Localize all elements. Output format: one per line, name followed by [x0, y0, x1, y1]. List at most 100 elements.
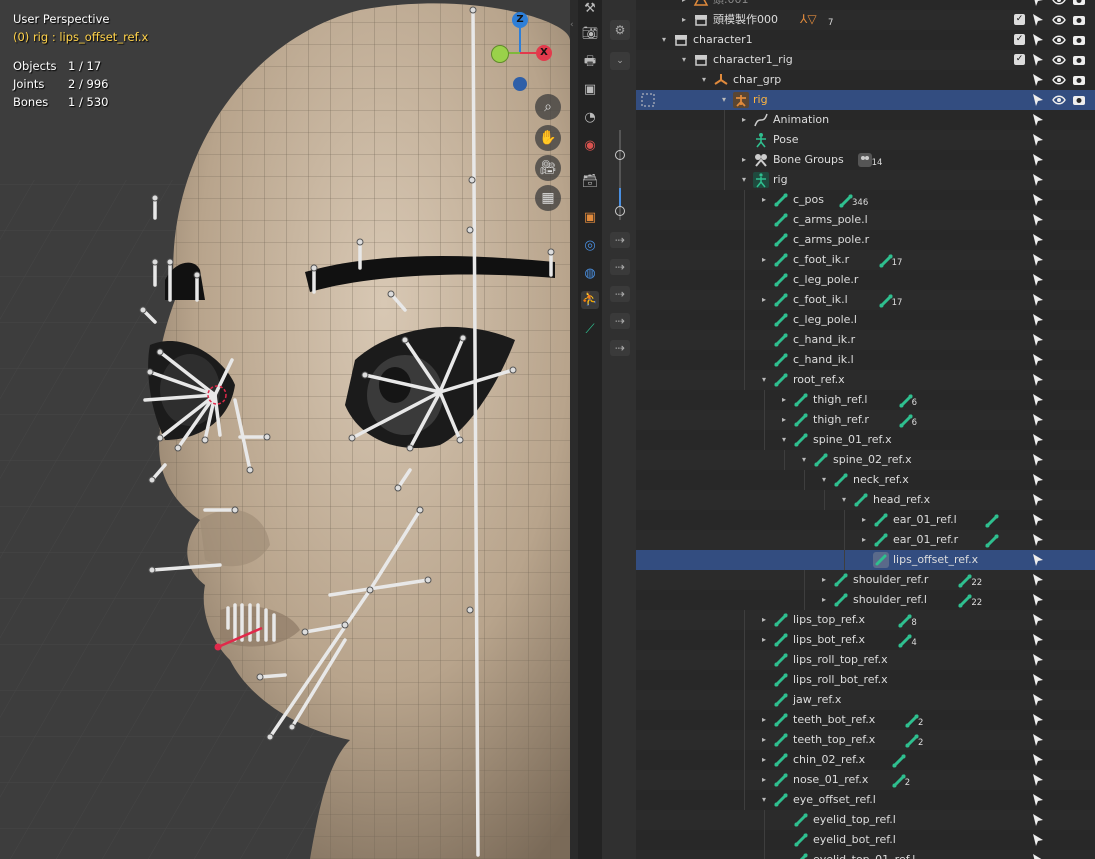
exclude-checkbox[interactable]: ✓	[1014, 54, 1025, 65]
outliner-row[interactable]: c_hand_ik.r	[636, 330, 1095, 350]
collapse-arrow-icon[interactable]: ‹	[570, 20, 578, 34]
outliner-row[interactable]: ▸ shoulder_ref.l 22	[636, 590, 1095, 610]
outliner-item-label[interactable]: c_pos	[793, 190, 824, 210]
expand-panel-icon[interactable]: ⇢	[610, 232, 630, 248]
expand-panel-icon[interactable]: ⇢	[610, 313, 630, 329]
expand-arrow-icon[interactable]: ▸	[819, 590, 829, 610]
visibility-eye-icon[interactable]	[1052, 73, 1066, 87]
exclude-checkbox[interactable]: ✓	[1014, 14, 1025, 25]
outliner-row[interactable]: ▾ spine_02_ref.x	[636, 450, 1095, 470]
expand-arrow-icon[interactable]: ▸	[739, 110, 749, 130]
selectable-toggle-icon[interactable]	[1032, 513, 1044, 527]
outliner-item-label[interactable]: lips_top_ref.x	[793, 610, 865, 630]
selectable-toggle-icon[interactable]	[1032, 573, 1044, 587]
slider-handle[interactable]	[615, 150, 625, 160]
outliner-item-label[interactable]: rig	[773, 170, 788, 190]
selectable-toggle-icon[interactable]	[1032, 233, 1044, 247]
selectable-toggle-icon[interactable]	[1032, 73, 1044, 87]
outliner-item-label[interactable]: teeth_top_ref.x	[793, 730, 875, 750]
expand-arrow-icon[interactable]: ▸	[679, 0, 689, 10]
selectable-toggle-icon[interactable]	[1032, 793, 1044, 807]
slider-handle[interactable]	[615, 206, 625, 216]
selectable-toggle-icon[interactable]	[1032, 613, 1044, 627]
collapse-arrow-icon[interactable]: ▾	[819, 470, 829, 490]
outliner-row[interactable]: c_leg_pole.r	[636, 270, 1095, 290]
selectable-toggle-icon[interactable]	[1032, 733, 1044, 747]
render-camera-icon[interactable]	[1072, 13, 1086, 27]
selectable-toggle-icon[interactable]	[1032, 673, 1044, 687]
outliner-item-label[interactable]: char_grp	[733, 70, 781, 90]
selectable-toggle-icon[interactable]	[1032, 313, 1044, 327]
scene-icon[interactable]: ◔	[581, 109, 599, 127]
outliner-item-label[interactable]: root_ref.x	[793, 370, 845, 390]
3d-viewport[interactable]: User Perspective (0) rig : lips_offset_r…	[0, 0, 570, 859]
outliner-row[interactable]: ▾ eye_offset_ref.l	[636, 790, 1095, 810]
selectable-toggle-icon[interactable]	[1032, 473, 1044, 487]
outliner-item-label[interactable]: 頭模製作000	[713, 10, 778, 30]
outliner-item-label[interactable]: c_leg_pole.l	[793, 310, 857, 330]
outliner-item-label[interactable]: chin_02_ref.x	[793, 750, 865, 770]
gizmo-neg-y-axis[interactable]	[491, 45, 509, 63]
selectable-toggle-icon[interactable]	[1032, 773, 1044, 787]
selectable-toggle-icon[interactable]	[1032, 293, 1044, 307]
outliner-row[interactable]: ▾ head_ref.x	[636, 490, 1095, 510]
outliner-row[interactable]: ▾ rig	[636, 90, 1095, 110]
expand-arrow-icon[interactable]: ▸	[859, 510, 869, 530]
object-icon[interactable]: ▣	[581, 209, 599, 227]
tool-settings-icon[interactable]: ⚙	[610, 20, 630, 40]
selectable-toggle-icon[interactable]	[1032, 133, 1044, 147]
collapse-arrow-icon[interactable]: ▾	[839, 490, 849, 510]
outliner-item-label[interactable]: thigh_ref.l	[813, 390, 867, 410]
outliner-item-label[interactable]: shoulder_ref.r	[853, 570, 928, 590]
expand-arrow-icon[interactable]: ▸	[759, 750, 769, 770]
expand-arrow-icon[interactable]: ▸	[759, 710, 769, 730]
outliner-row[interactable]: lips_roll_top_ref.x	[636, 650, 1095, 670]
visibility-eye-icon[interactable]	[1052, 53, 1066, 67]
collapse-arrow-icon[interactable]: ▾	[759, 790, 769, 810]
outliner-row[interactable]: c_hand_ik.l	[636, 350, 1095, 370]
dropdown-chevron-icon[interactable]: ⌄	[610, 52, 630, 70]
selectable-toggle-icon[interactable]	[1032, 553, 1044, 567]
exclude-checkbox[interactable]: ✓	[1014, 34, 1025, 45]
outliner-item-label[interactable]: thigh_ref.r	[813, 410, 869, 430]
expand-arrow-icon[interactable]: ▸	[759, 730, 769, 750]
outliner-row[interactable]: ▸ 頭.001	[636, 0, 1095, 10]
collection-icon[interactable]: 🗃︎	[581, 173, 599, 191]
camera-icon[interactable]: 🎥︎	[535, 155, 561, 181]
selectable-toggle-icon[interactable]	[1032, 353, 1044, 367]
selectable-toggle-icon[interactable]	[1032, 653, 1044, 667]
selectable-toggle-icon[interactable]	[1032, 273, 1044, 287]
physics-icon[interactable]: ◍	[581, 265, 599, 283]
outliner-item-label[interactable]: neck_ref.x	[853, 470, 909, 490]
outliner-row[interactable]: ▾ spine_01_ref.x	[636, 430, 1095, 450]
outliner-row[interactable]: ▸ thigh_ref.r 6	[636, 410, 1095, 430]
collapse-arrow-icon[interactable]: ▾	[699, 70, 709, 90]
outliner-row[interactable]: lips_roll_bot_ref.x	[636, 670, 1095, 690]
outliner-row[interactable]: lips_offset_ref.x	[636, 550, 1095, 570]
outliner-item-label[interactable]: eyelid_top_ref.l	[813, 810, 896, 830]
outliner-item-label[interactable]: spine_01_ref.x	[813, 430, 892, 450]
outliner-item-label[interactable]: shoulder_ref.l	[853, 590, 927, 610]
selectable-toggle-icon[interactable]	[1032, 453, 1044, 467]
outliner-item-label[interactable]: eyelid_bot_ref.l	[813, 830, 896, 850]
expand-arrow-icon[interactable]: ▸	[759, 290, 769, 310]
selectable-toggle-icon[interactable]	[1032, 393, 1044, 407]
world-icon[interactable]: ◉	[581, 137, 599, 155]
outliner-row[interactable]: ▾ neck_ref.x	[636, 470, 1095, 490]
visibility-eye-icon[interactable]	[1052, 33, 1066, 47]
collapse-arrow-icon[interactable]: ▾	[659, 30, 669, 50]
selectable-toggle-icon[interactable]	[1032, 413, 1044, 427]
selectable-toggle-icon[interactable]	[1032, 813, 1044, 827]
render-camera-icon[interactable]	[1072, 53, 1086, 67]
expand-panel-icon[interactable]: ⇢	[610, 286, 630, 302]
selectable-toggle-icon[interactable]	[1032, 33, 1044, 47]
selectable-toggle-icon[interactable]	[1032, 93, 1044, 107]
selectable-toggle-icon[interactable]	[1032, 693, 1044, 707]
collapse-arrow-icon[interactable]: ▾	[719, 90, 729, 110]
outliner-item-label[interactable]: lips_roll_top_ref.x	[793, 650, 888, 670]
collapse-arrow-icon[interactable]: ▾	[779, 430, 789, 450]
outliner-row[interactable]: Pose	[636, 130, 1095, 150]
viewport-region-divider[interactable]: ‹	[570, 0, 578, 859]
outliner-item-label[interactable]: character1	[693, 30, 753, 50]
expand-arrow-icon[interactable]: ▸	[779, 390, 789, 410]
